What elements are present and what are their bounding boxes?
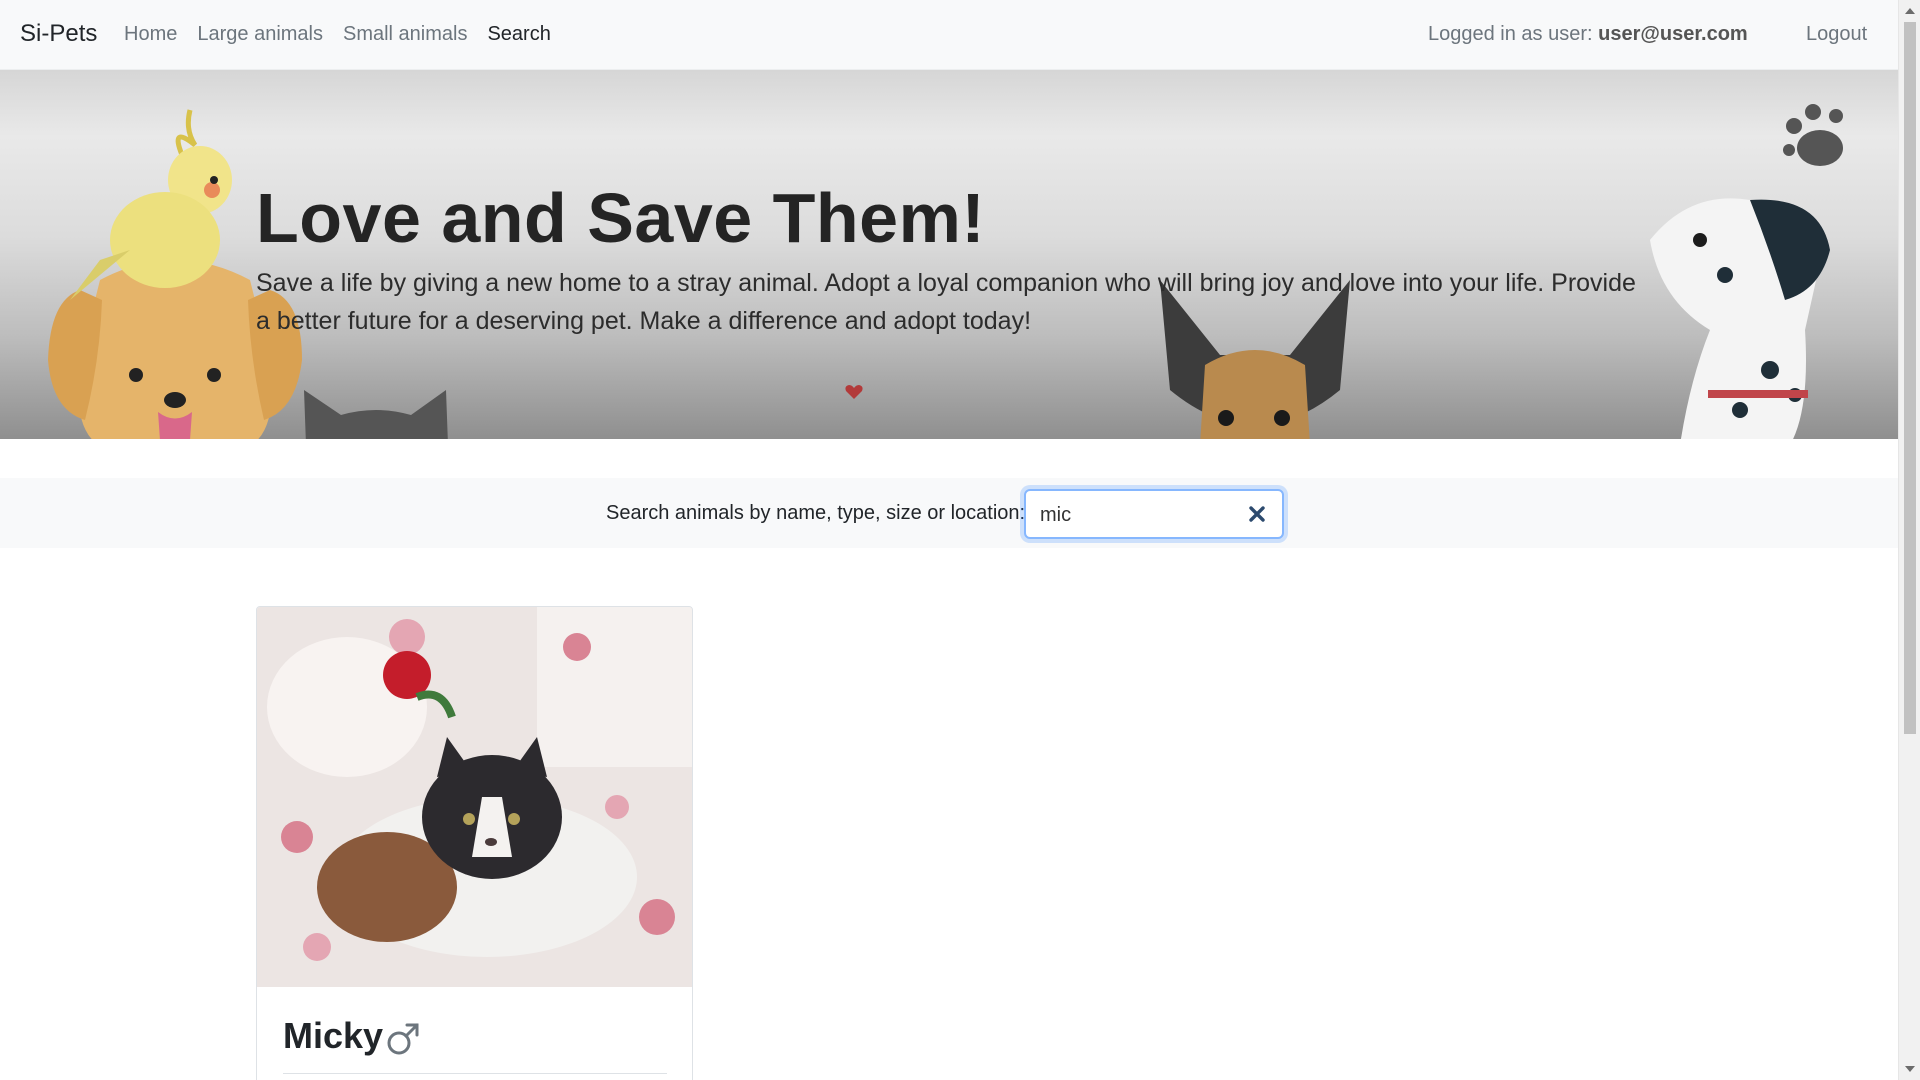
persian-cat-photo: [257, 607, 692, 987]
scroll-thumb[interactable]: [1904, 22, 1916, 734]
hero-banner: Love and Save Them! Save a life by givin…: [0, 70, 1898, 439]
nav-link-home[interactable]: Home: [124, 23, 177, 46]
male-icon: [387, 1023, 419, 1055]
logout-link[interactable]: Logout: [1806, 23, 1867, 46]
user-prefix: Logged in as user:: [1428, 23, 1593, 45]
paw-icon: [1783, 104, 1843, 166]
search-input[interactable]: [1040, 503, 1230, 527]
heart-icon: [845, 385, 863, 399]
hero-text: Save a life by giving a new home to a st…: [256, 269, 1636, 335]
scroll-down-icon[interactable]: [1905, 1066, 1915, 1072]
nav-links: Home Large animals Small animals Search: [124, 23, 551, 46]
nav-link-small-animals[interactable]: Small animals: [343, 23, 467, 46]
navbar: Si-Pets Home Large animals Small animals…: [0, 0, 1898, 70]
hero-title: Love and Save Them!: [256, 179, 986, 257]
cockatiel-icon: [70, 109, 232, 300]
card-divider: [283, 1073, 667, 1074]
animal-card[interactable]: Micky: [256, 606, 693, 1080]
cat-icon: [304, 390, 448, 439]
nav-link-large-animals[interactable]: Large animals: [197, 23, 323, 46]
brand-logo[interactable]: Si-Pets: [20, 20, 97, 48]
search-box[interactable]: [1024, 489, 1284, 539]
user-email: user@user.com: [1598, 23, 1748, 45]
close-icon[interactable]: [1244, 501, 1270, 527]
logged-in-user: Logged in as user: user@user.com: [1428, 23, 1748, 46]
nav-link-search[interactable]: Search: [487, 23, 550, 46]
page-scrollbar[interactable]: [1898, 0, 1920, 1080]
scroll-up-icon[interactable]: [1905, 8, 1915, 14]
search-label: Search animals by name, type, size or lo…: [606, 502, 1026, 524]
search-section: Search animals by name, type, size or lo…: [0, 478, 1898, 548]
animal-name: Micky: [283, 1015, 384, 1056]
